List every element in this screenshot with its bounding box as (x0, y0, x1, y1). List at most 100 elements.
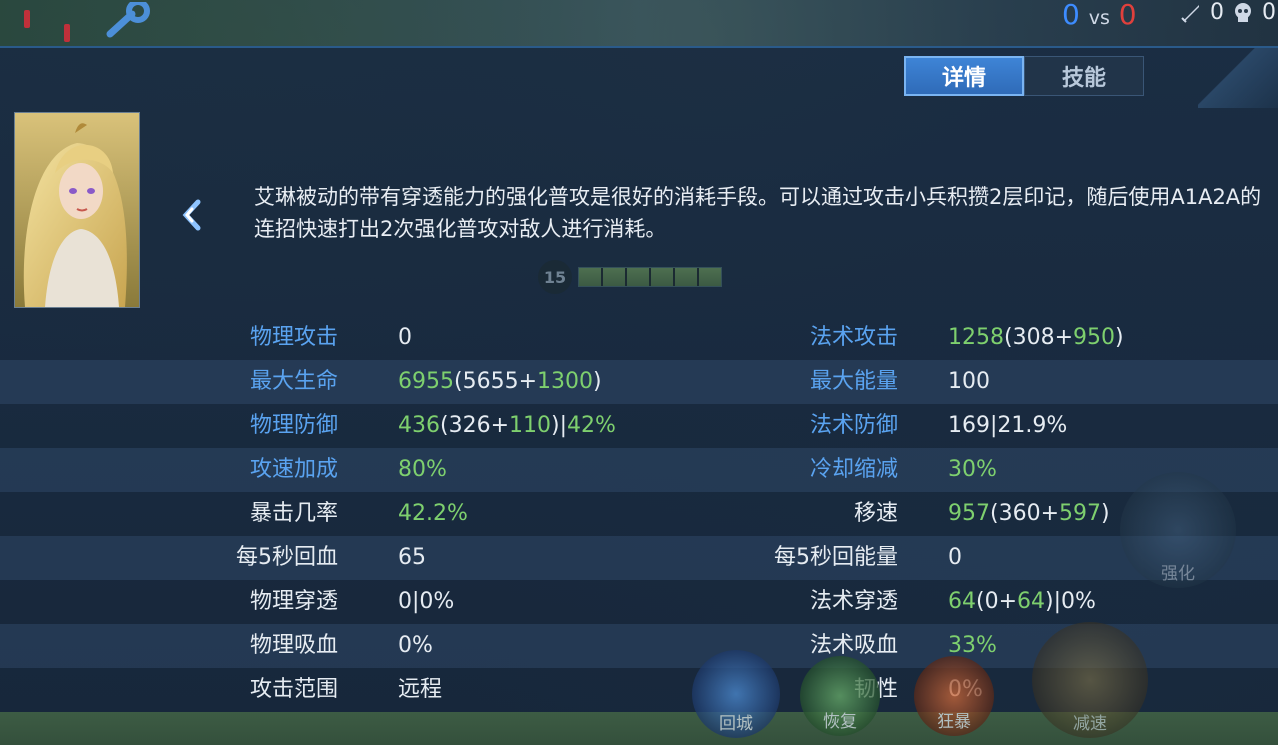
stat-value-left: 65 (398, 536, 426, 580)
stat-value-part: (360+ (990, 501, 1060, 526)
stat-row: 物理防御 436(326+110)|42% 法术防御 169|21.9% (0, 404, 1278, 448)
stat-label-left: 攻击范围 (249, 677, 338, 702)
slow-button[interactable]: 减速 (1032, 622, 1148, 738)
tab-details[interactable]: 详情 (904, 56, 1024, 96)
stat-row: 暴击几率 42.2% 移速 957(360+597) (0, 492, 1278, 536)
stat-row: 物理穿透 0|0% 法术穿透 64(0+64)|0% (0, 580, 1278, 624)
stat-value-part: 0|0% (398, 589, 455, 614)
stat-row: 每5秒回血 65 每5秒回能量 0 (0, 536, 1278, 580)
enhance-button[interactable]: 强化 (1120, 472, 1236, 588)
stat-value-left: 远程 (398, 668, 442, 712)
frenzy-button[interactable]: 狂暴 (914, 656, 994, 736)
stat-label-left: 最大生命 (249, 369, 338, 394)
kda-counter: 0 0 (1180, 0, 1276, 25)
hero-portrait-image (15, 113, 139, 307)
stat-value-part: )|0% (1045, 589, 1096, 614)
score-red: 0 (1118, 0, 1137, 31)
heal-button[interactable]: 恢复 (800, 656, 880, 736)
stat-value-part: 远程 (398, 677, 443, 702)
stat-value-part: 64 (1017, 589, 1046, 614)
stat-label-left: 物理穿透 (249, 589, 338, 614)
red-flag-icon (24, 10, 30, 28)
level-progress: 15 (538, 260, 723, 294)
stat-value-part: ) (1101, 501, 1110, 526)
stat-value-right: 169|21.9% (948, 404, 1067, 448)
stat-label-right: 每5秒回能量 (774, 545, 898, 570)
stat-value-part: (0+ (976, 589, 1018, 614)
stat-value-part: 1300 (537, 369, 594, 394)
stat-value-part: 42.2% (398, 501, 468, 526)
stat-value-part: (326+ (440, 413, 510, 438)
stat-label-left: 每5秒回血 (236, 545, 338, 570)
score-vs: vs (1088, 7, 1110, 29)
stat-label-right: 冷却缩减 (809, 457, 898, 482)
stat-value-left: 0% (398, 624, 433, 668)
stat-value-right: 957(360+597) (948, 492, 1110, 536)
stat-value-part: 42% (567, 413, 616, 438)
stat-label-left: 物理吸血 (249, 633, 338, 658)
tab-bar: 详情 技能 (904, 56, 1144, 96)
recall-label: 回城 (719, 714, 753, 734)
stat-value-part: 950 (1073, 325, 1116, 350)
panel-corner-decoration (1198, 48, 1278, 108)
deaths-count: 0 (1262, 0, 1276, 25)
stat-value-part: (5655+ (454, 369, 538, 394)
stat-value-part: 957 (948, 501, 990, 526)
stat-value-left: 0 (398, 316, 412, 360)
stat-value-part: 80% (398, 457, 447, 482)
stat-value-part: 100 (948, 369, 990, 394)
stat-label-right: 法术攻击 (809, 325, 898, 350)
sword-icon (1181, 4, 1199, 23)
stat-label-right: 最大能量 (809, 369, 898, 394)
stat-label-left: 物理攻击 (249, 325, 338, 350)
stat-value-left: 42.2% (398, 492, 468, 536)
stat-value-part: (308+ (1004, 325, 1074, 350)
stat-value-part: 33% (948, 633, 997, 658)
stat-value-left: 0|0% (398, 580, 454, 624)
stat-value-left: 6955(5655+1300) (398, 360, 602, 404)
stat-row: 最大生命 6955(5655+1300) 最大能量 100 (0, 360, 1278, 404)
stat-value-right: 30% (948, 448, 997, 492)
stat-value-part: ) (1115, 325, 1124, 350)
stat-value-part: ) (593, 369, 602, 394)
enhance-label: 强化 (1161, 564, 1195, 584)
stat-value-left: 436(326+110)|42% (398, 404, 616, 448)
stat-value-part: 6955 (398, 369, 454, 394)
stat-value-right: 0 (948, 536, 962, 580)
stat-value-part: 0 (948, 545, 962, 570)
stat-value-part: 64 (948, 589, 976, 614)
hero-portrait[interactable] (14, 112, 140, 308)
wrench-icon[interactable] (104, 2, 156, 38)
stat-label-right: 移速 (853, 501, 898, 526)
stat-value-left: 80% (398, 448, 447, 492)
hero-tip-text: 艾琳被动的带有穿透能力的强化普攻是很好的消耗手段。可以通过攻击小兵积攒2层印记，… (254, 185, 1262, 241)
stat-value-part: 30% (948, 457, 997, 482)
stat-value-part: 597 (1059, 501, 1102, 526)
stat-value-part: 65 (398, 545, 426, 570)
stat-value-part: 1258 (948, 325, 1004, 350)
stat-value-right: 100 (948, 360, 990, 404)
stat-value-right: 1258(308+950) (948, 316, 1124, 360)
skull-icon (1235, 2, 1251, 22)
stat-label-left: 攻速加成 (249, 457, 338, 482)
level-badge: 15 (538, 260, 572, 294)
kills-count: 0 (1210, 0, 1224, 25)
stat-value-part: 169|21.9% (948, 413, 1068, 438)
stat-row: 攻速加成 80% 冷却缩减 30% (0, 448, 1278, 492)
slow-label: 减速 (1073, 714, 1107, 734)
red-flag-icon (64, 24, 70, 42)
recall-button[interactable]: 回城 (692, 650, 780, 738)
stat-value-right: 64(0+64)|0% (948, 580, 1096, 624)
stat-value-part: 0 (398, 325, 412, 350)
score-blue: 0 (1062, 0, 1080, 31)
level-track (578, 267, 722, 287)
stat-value-part: 110 (509, 413, 552, 438)
stat-label-right: 法术穿透 (809, 589, 898, 614)
back-chevron-icon[interactable] (178, 198, 208, 232)
top-hud: 0 vs 0 0 0 (0, 0, 1278, 46)
heal-label: 恢复 (823, 712, 857, 732)
stat-value-part: 0% (398, 633, 433, 658)
hero-stats-panel: 详情 技能 艾琳被动的带有穿透能力的强化普攻是很好的消耗手段。可以通过攻击小兵积… (0, 46, 1278, 714)
frenzy-label: 狂暴 (937, 712, 971, 732)
tab-skills[interactable]: 技能 (1024, 56, 1144, 96)
